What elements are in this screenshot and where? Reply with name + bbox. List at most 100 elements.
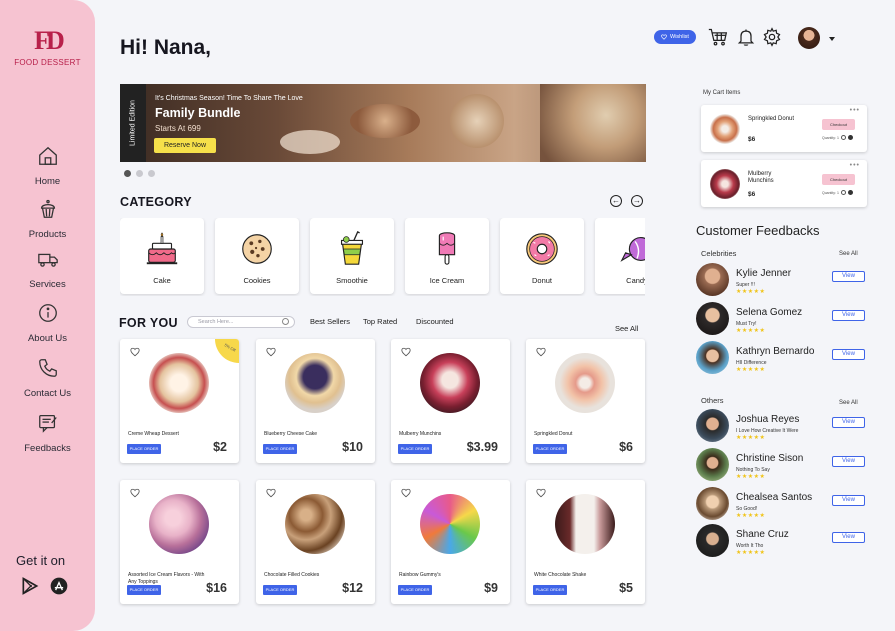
celebrities-heading: Celebrities (701, 249, 737, 258)
product-card[interactable]: Assorted Ice Cream Flavors - With Any To… (120, 480, 239, 604)
place-order-button[interactable]: PLACE ORDER (398, 444, 432, 454)
product-price: $3.99 (466, 440, 498, 454)
place-order-button[interactable]: PLACE ORDER (533, 585, 567, 595)
avatar (696, 302, 729, 335)
carousel-dot[interactable] (148, 170, 155, 177)
category-next-button[interactable]: → (631, 195, 643, 207)
cart-item-price: $6 (748, 191, 756, 198)
carousel-dot[interactable] (136, 170, 143, 177)
product-card[interactable]: Springkled Donut PLACE ORDER $6 (526, 339, 645, 463)
heart-icon[interactable] (401, 488, 411, 498)
brand-logo[interactable]: FD FOOD DESSERT (0, 28, 95, 68)
decrease-quantity-button[interactable] (841, 190, 846, 195)
product-name: Mulberry Munchins (399, 431, 442, 437)
view-button[interactable]: View (832, 417, 865, 428)
view-button[interactable]: View (832, 495, 865, 506)
heart-icon[interactable] (130, 347, 140, 357)
checkout-button[interactable]: Checkout (822, 119, 855, 130)
see-all-products-link[interactable]: See All (615, 324, 638, 333)
user-avatar[interactable] (798, 27, 820, 49)
nav-contact[interactable]: Contact Us (0, 357, 95, 401)
product-card[interactable]: Rainbow Gummy's PLACE ORDER $9 (391, 480, 510, 604)
smoothie-icon (340, 230, 364, 265)
category-card-donut[interactable]: Donut (500, 218, 584, 294)
more-options-icon[interactable]: ••• (850, 162, 860, 169)
increase-quantity-button[interactable] (848, 135, 853, 140)
product-card[interactable]: Mulberry Munchins PLACE ORDER $3.99 (391, 339, 510, 463)
category-card-candy[interactable]: Candy (595, 218, 645, 294)
view-button[interactable]: View (832, 310, 865, 321)
product-image (420, 353, 480, 413)
heart-icon[interactable] (266, 488, 276, 498)
view-button[interactable]: View (832, 532, 865, 543)
place-order-button[interactable]: PLACE ORDER (263, 585, 297, 595)
heart-icon[interactable] (266, 347, 276, 357)
place-order-button[interactable]: PLACE ORDER (398, 585, 432, 595)
see-all-others-link[interactable]: See All (839, 400, 858, 406)
search-input[interactable]: Search Here... (187, 316, 295, 328)
app-store-icon[interactable] (49, 576, 69, 596)
place-order-button[interactable]: PLACE ORDER (127, 585, 161, 595)
product-name: Rainbow Gummy's (399, 572, 441, 578)
cart-item[interactable]: ••• Springkled Donut $6 Checkout Quantit… (701, 105, 867, 152)
nav-about[interactable]: About Us (0, 302, 95, 346)
category-prev-button[interactable]: ← (610, 195, 622, 207)
filter-best-sellers[interactable]: Best Sellers (310, 317, 350, 326)
product-name: Chocolate Filled Cookies (264, 572, 320, 578)
product-image (555, 494, 615, 554)
chevron-down-icon[interactable] (829, 37, 835, 41)
nav-home[interactable]: Home (0, 145, 95, 189)
increase-quantity-button[interactable] (848, 190, 853, 195)
decrease-quantity-button[interactable] (841, 135, 846, 140)
carousel-dot-active[interactable] (124, 170, 131, 177)
cart-item[interactable]: ••• Mulberry Munchins $6 Checkout Quanti… (701, 160, 867, 207)
cart-icon[interactable] (708, 27, 728, 47)
feedback-name: Chealsea Santos (736, 492, 813, 503)
category-label: Donut (531, 276, 552, 285)
gear-icon[interactable] (762, 27, 782, 47)
filter-discounted[interactable]: Discounted (416, 317, 454, 326)
view-button[interactable]: View (832, 271, 865, 282)
cart-item-name: Mulberry Munchins (748, 171, 774, 184)
category-card-cookies[interactable]: Cookies (215, 218, 299, 294)
view-button[interactable]: View (832, 349, 865, 360)
nav-feedbacks[interactable]: Feedbacks (0, 412, 95, 456)
category-card-smoothie[interactable]: Smoothie (310, 218, 394, 294)
filter-top-rated[interactable]: Top Rated (363, 317, 397, 326)
product-card[interactable]: Chocolate Filled Cookies PLACE ORDER $12 (256, 480, 375, 604)
heart-icon[interactable] (130, 488, 140, 498)
heart-icon[interactable] (536, 347, 546, 357)
bell-icon[interactable] (736, 27, 756, 47)
category-card-ice-cream[interactable]: Ice Cream (405, 218, 489, 294)
product-card[interactable]: 5% Off Creme Wheap Dessert PLACE ORDER $… (120, 339, 239, 463)
view-button[interactable]: View (832, 456, 865, 467)
category-label: Cookies (243, 276, 271, 285)
product-price: $16 (206, 581, 227, 595)
nav-services[interactable]: Services (0, 248, 95, 292)
category-card-cake[interactable]: Cake (120, 218, 204, 294)
heart-icon[interactable] (536, 488, 546, 498)
banner-image-decor (350, 104, 420, 138)
google-play-icon[interactable] (20, 576, 40, 596)
product-card[interactable]: White Chocolate Shake PLACE ORDER $5 (526, 480, 645, 604)
place-order-button[interactable]: PLACE ORDER (263, 444, 297, 454)
wishlist-button[interactable]: Wishlist (654, 30, 696, 44)
heart-icon[interactable] (401, 347, 411, 357)
checkout-button[interactable]: Checkout (822, 174, 855, 185)
promo-banner[interactable]: Limited Edition It's Christmas Season! T… (120, 84, 646, 162)
cookie-icon (242, 234, 272, 264)
see-all-celebrities-link[interactable]: See All (839, 251, 858, 257)
product-name: Blueberry Cheese Cake (264, 431, 318, 437)
reserve-now-button[interactable]: Reserve Now (154, 138, 216, 153)
feedback-row: Christine Sison Nothing To Say ★★★★★ Vie… (696, 448, 866, 482)
search-icon (282, 318, 289, 325)
nav-products[interactable]: Products (0, 198, 95, 242)
nav-label: Products (28, 229, 67, 240)
category-label: Smoothie (336, 276, 368, 285)
place-order-button[interactable]: PLACE ORDER (533, 444, 567, 454)
category-title: CATEGORY (120, 195, 192, 209)
place-order-button[interactable]: PLACE ORDER (127, 444, 161, 454)
more-options-icon[interactable]: ••• (850, 107, 860, 114)
product-card[interactable]: Blueberry Cheese Cake PLACE ORDER $10 (256, 339, 375, 463)
banner-tag-label: Limited Edition (129, 100, 137, 146)
